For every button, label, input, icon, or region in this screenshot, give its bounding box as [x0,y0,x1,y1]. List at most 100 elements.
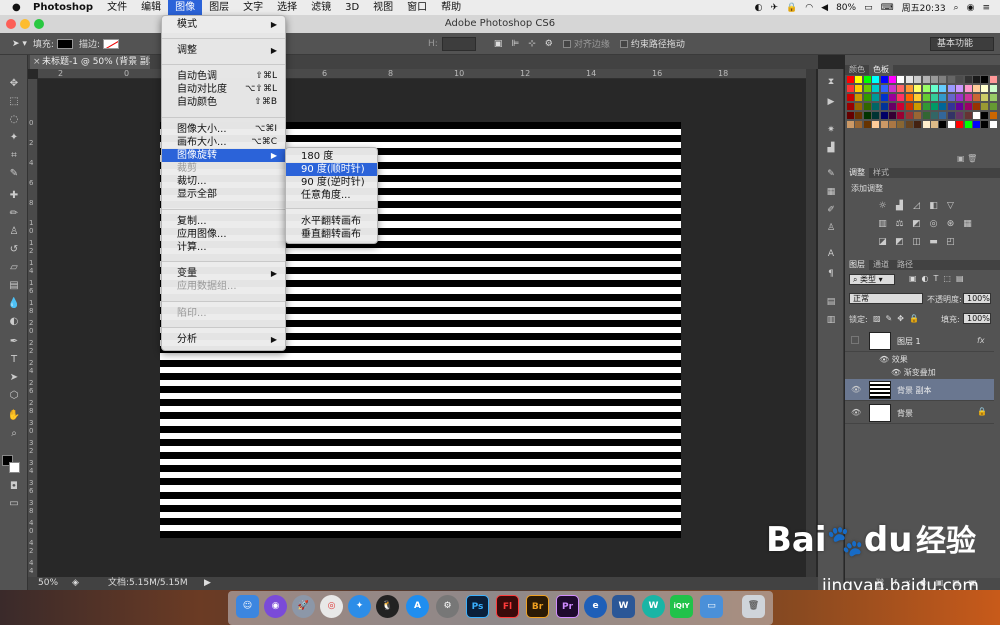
posterize-icon[interactable]: ◩ [894,237,905,248]
rotate-menu-item[interactable]: 水平翻转画布 [286,215,377,228]
swatch[interactable] [855,85,863,92]
layer-row-background[interactable]: 👁 背景 🔒 [845,402,994,424]
photo-filter-icon[interactable]: ◎ [928,219,939,230]
swatch[interactable] [905,112,913,119]
blend-mode-select[interactable]: 正常 [849,293,923,304]
swatch[interactable] [956,103,964,110]
swatch[interactable] [922,103,930,110]
swatch[interactable] [914,103,922,110]
brightness-icon[interactable]: ☼ [877,201,888,212]
new-swatch-icon[interactable]: ▣ 🗑 [957,154,977,163]
selective-color-icon[interactable]: ◰ [945,237,956,248]
swatch[interactable] [973,94,980,101]
history-icon[interactable]: ⧗ [823,77,839,89]
swatch[interactable] [905,94,913,101]
image-menu-item[interactable]: 调整 ▶ [162,44,285,57]
swatch[interactable] [989,76,997,83]
image-menu-item[interactable]: 显示全部 [162,188,285,201]
photoshop-dock-icon[interactable]: Ps [466,595,489,618]
menu-filter[interactable]: 滤镜 [304,0,338,15]
swatch[interactable] [931,94,938,101]
minimize-window-button[interactable] [20,19,30,29]
swatch[interactable] [897,121,905,128]
tab-adjustments[interactable]: 调整 [845,168,869,178]
menu-help[interactable]: 帮助 [434,0,468,15]
rotate-menu-item[interactable]: 任意角度... [286,189,377,202]
swatch[interactable] [989,121,997,128]
image-menu-item[interactable]: 图像旋转 ▶ [162,149,285,162]
trash-icon[interactable]: 🗑 [742,595,765,618]
swatch[interactable] [847,112,854,119]
clone-stamp-tool-icon[interactable]: ♙ [4,225,24,239]
swatch[interactable] [947,103,955,110]
chrome-icon[interactable]: ◎ [320,595,343,618]
swatch[interactable] [922,85,930,92]
swatch[interactable] [905,121,913,128]
swatch[interactable] [973,103,980,110]
swatch[interactable] [939,94,947,101]
menu-select[interactable]: 选择 [270,0,304,15]
magic-wand-tool-icon[interactable]: ✦ [4,131,24,145]
hand-tool-icon[interactable]: ✋ [4,409,24,423]
fill-swatch[interactable] [56,38,73,49]
rotate-menu-item[interactable]: 90 度(逆时针) [286,176,377,189]
swatch[interactable] [905,76,913,83]
image-menu-item[interactable]: 图像大小... ⌥⌘I [162,123,285,136]
image-menu-item[interactable]: 自动对比度 ⌥⇧⌘L [162,83,285,96]
notes-icon[interactable]: ▥ [823,315,839,327]
wps-icon[interactable]: W [642,595,665,618]
notification-icon[interactable]: ≡ [982,3,990,13]
swatch[interactable] [964,112,972,119]
brush-panel-icon[interactable]: ▦ [823,187,839,199]
move-tool-icon[interactable]: ✥ [4,77,24,91]
swatch[interactable] [931,76,938,83]
swatch[interactable] [863,94,871,101]
tool-presets-icon[interactable]: ✐ [823,205,839,217]
screen-mode-icon[interactable]: ▭ [4,497,24,511]
swatch[interactable] [939,85,947,92]
battery-icon[interactable]: ▭ [864,3,873,13]
finder-icon[interactable]: ☺ [236,595,259,618]
swatch[interactable] [922,112,930,119]
swatch[interactable] [981,76,989,83]
swatch[interactable] [905,85,913,92]
kite-icon[interactable]: ✈ [771,3,779,13]
swatches-grid[interactable] [847,76,999,140]
document-tab[interactable]: 未标题-1 @ 50% (背景 副本, RG [30,55,150,69]
swatch[interactable] [964,85,972,92]
swatch[interactable] [973,112,980,119]
layer-filter-select[interactable]: ⌕ 类型 ▾ [849,274,895,285]
swatch[interactable] [922,76,930,83]
swatch[interactable] [964,121,972,128]
lock-icon[interactable]: 🔒 [786,3,797,13]
quick-mask-icon[interactable]: ◘ [4,480,24,494]
swatch[interactable] [947,112,955,119]
image-menu-item[interactable]: 模式 ▶ [162,18,285,31]
menu-app-photoshop[interactable]: Photoshop [26,0,100,15]
image-menu-item[interactable]: 自动颜色 ⇧⌘B [162,96,285,109]
swatch[interactable] [931,103,938,110]
tab-styles[interactable]: 样式 [869,168,893,178]
swatch[interactable] [889,94,896,101]
black-white-icon[interactable]: ◩ [911,219,922,230]
swatch[interactable] [897,76,905,83]
creative-cloud-icon[interactable]: ◐ [755,3,763,13]
close-window-button[interactable] [6,19,16,29]
path-arrange-icon[interactable]: ⊹ [528,39,536,49]
swatch[interactable] [939,76,947,83]
character-icon[interactable]: A [823,249,839,261]
volume-icon[interactable]: ◀ [821,3,828,13]
image-menu-item[interactable]: 计算... [162,241,285,254]
premiere-dock-icon[interactable]: Pr [556,595,579,618]
threshold-icon[interactable]: ◫ [911,237,922,248]
menu-clock[interactable]: 周五20:33 [902,1,946,14]
folder-icon[interactable]: ▭ [700,595,723,618]
swatch[interactable] [981,112,989,119]
crop-tool-icon[interactable]: ⌗ [4,149,24,163]
menu-type[interactable]: 文字 [236,0,270,15]
swatch[interactable] [964,76,972,83]
swatch[interactable] [947,94,955,101]
lasso-tool-icon[interactable]: ◌ [4,113,24,127]
zoom-level[interactable]: 50% [38,577,58,590]
fx-icon[interactable]: fx [977,336,985,345]
